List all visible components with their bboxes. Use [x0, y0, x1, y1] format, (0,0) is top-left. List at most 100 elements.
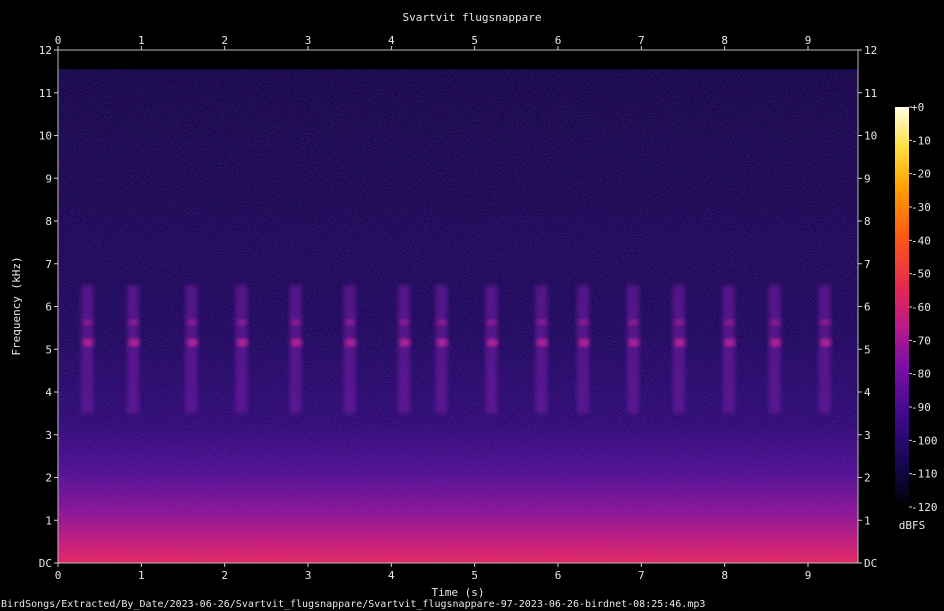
x-axis-top: 0 1 2 3 4 5 6 7 8 9: [55, 34, 812, 50]
plot-area: [57, 49, 859, 564]
song-phrase: [535, 285, 548, 414]
song-phrase-peak: [770, 338, 781, 347]
y-tick-label-right: 12: [864, 44, 877, 57]
colorbar-ticks: +0 -10 -20 -30 -40 -50 -60 -70 -80 -90 -100 -110 -12…: [909, 101, 938, 514]
y-tick-label: 5: [45, 343, 52, 356]
x-tick-label: 0: [55, 569, 62, 582]
song-phrase-harmonic: [674, 319, 684, 326]
song-phrase-harmonic: [579, 319, 588, 326]
colorbar-tick-label: -120: [911, 501, 938, 514]
song-phrase-peak: [487, 338, 498, 347]
y-axis-right: DC123456789101112: [858, 44, 877, 570]
y-tick-label: 9: [45, 172, 52, 185]
song-phrase: [577, 285, 589, 414]
x-tick-label-top: 8: [721, 34, 728, 47]
x-tick-label: 7: [638, 569, 645, 582]
song-phrase-peak: [83, 338, 94, 347]
y-tick-label-right: 7: [864, 258, 871, 271]
y-tick-label: 11: [39, 87, 52, 100]
song-phrase-harmonic: [129, 319, 138, 326]
song-phrase: [672, 285, 685, 414]
y-tick-label-right: 6: [864, 301, 871, 314]
song-phrase-harmonic: [345, 319, 355, 326]
x-tick-label: 5: [471, 569, 478, 582]
colorbar-tick-label: -10: [911, 134, 931, 147]
y-tick-label-right: 4: [864, 386, 871, 399]
x-tick-label: 6: [555, 569, 562, 582]
y-tick-label-right: 10: [864, 130, 877, 143]
song-phrase-harmonic: [187, 319, 197, 326]
song-phrase-peak: [129, 338, 139, 347]
song-phrase: [235, 285, 248, 414]
song-phrase-harmonic: [399, 319, 409, 326]
spectrogram-noise-texture: [58, 70, 858, 563]
x-tick-label: 4: [388, 569, 395, 582]
song-phrase-harmonic: [291, 319, 301, 326]
x-tick-label: 1: [138, 569, 145, 582]
y-tick-label: 8: [45, 215, 52, 228]
x-tick-label-top: 4: [388, 34, 395, 47]
colorbar-tick-label: -110: [911, 468, 938, 481]
song-phrase-harmonic: [487, 319, 497, 326]
y-tick-label: 4: [45, 386, 52, 399]
song-phrase: [818, 285, 831, 414]
spectrogram-top-empty-band: [58, 50, 858, 69]
y-tick-label-right: DC: [864, 557, 877, 570]
colorbar-tick-label: -80: [911, 368, 931, 381]
song-phrase: [289, 285, 302, 414]
y-tick-label: 10: [39, 130, 52, 143]
song-phrase-harmonic: [770, 319, 780, 326]
colorbar-tick-label: -20: [911, 168, 931, 181]
x-tick-label-top: 0: [55, 34, 62, 47]
y-tick-label: DC: [39, 557, 52, 570]
y-tick-label-right: 3: [864, 429, 871, 442]
y-tick-label-right: 8: [864, 215, 871, 228]
colorbar-tick-label: -70: [911, 334, 931, 347]
song-phrase: [627, 285, 639, 414]
song-phrase: [435, 285, 448, 414]
x-tick-label-top: 2: [221, 34, 228, 47]
y-tick-label-right: 9: [864, 172, 871, 185]
colorbar-tick-label: -60: [911, 301, 931, 314]
song-phrase: [722, 285, 735, 414]
y-tick-label: 7: [45, 258, 52, 271]
colorbar-tick-label: -100: [911, 434, 938, 447]
song-phrase: [768, 285, 781, 414]
song-phrase-harmonic: [437, 319, 447, 326]
footer-filename: BirdSongs/Extracted/By_Date/2023-06-26/S…: [1, 599, 705, 610]
colorbar-tick-label: -50: [911, 268, 931, 281]
song-phrase-peak: [399, 338, 410, 347]
y-tick-label-right: 5: [864, 343, 871, 356]
song-phrase-peak: [345, 338, 356, 347]
song-phrase-peak: [579, 338, 589, 347]
x-tick-label: 9: [805, 569, 812, 582]
x-tick-label: 3: [305, 569, 312, 582]
x-tick-label-top: 3: [305, 34, 312, 47]
y-tick-label-right: 11: [864, 87, 877, 100]
colorbar-tick-label: -40: [911, 234, 931, 247]
x-tick-label: 2: [221, 569, 228, 582]
song-phrase-peak: [237, 338, 248, 347]
song-phrase-peak: [629, 338, 639, 347]
y-tick-label: 3: [45, 429, 52, 442]
song-phrase-harmonic: [724, 319, 734, 326]
x-tick-label-top: 7: [638, 34, 645, 47]
x-tick-label-top: 9: [805, 34, 812, 47]
song-phrase: [485, 285, 498, 414]
song-phrase-peak: [724, 338, 735, 347]
x-axis-bottom: 0 1 2 3 4 5 6 7 8 9: [55, 563, 812, 582]
x-axis-title: Time (s): [432, 586, 485, 599]
song-phrase-harmonic: [537, 319, 547, 326]
colorbar: +0 -10 -20 -30 -40 -50 -60 -70 -80 -90 -100 -110 -12…: [895, 101, 938, 532]
y-tick-label: 6: [45, 301, 52, 314]
colorbar-tick-label: -30: [911, 201, 931, 214]
chart-title: Svartvit flugsnappare: [402, 11, 541, 24]
spectrogram-figure: 0123456789 0123456789 DC123456789101112 …: [1, 11, 938, 610]
y-tick-label: 2: [45, 472, 52, 485]
colorbar-gradient: [895, 107, 909, 507]
y-axis-title: Frequency (kHz): [10, 256, 23, 355]
x-tick-label-top: 6: [555, 34, 562, 47]
y-axis-left: DC123456789101112: [39, 44, 58, 570]
song-phrase-harmonic: [83, 319, 93, 326]
song-phrase: [397, 285, 410, 414]
